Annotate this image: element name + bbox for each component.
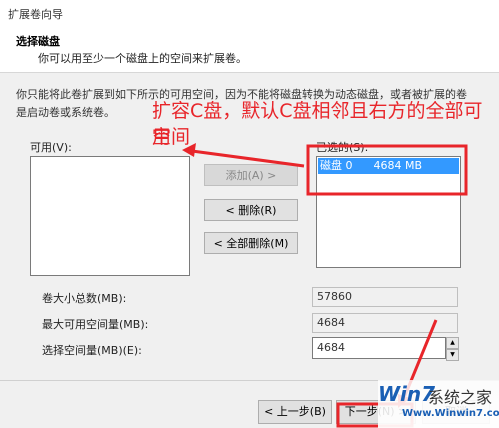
highlight-box-selected <box>306 144 468 196</box>
watermark: Win7 系统之家 Www.Winwin7.com <box>378 380 499 428</box>
watermark-url: Www.Winwin7.com <box>402 408 499 419</box>
watermark-site: 系统之家 <box>428 388 493 407</box>
annotation-text-1: 扩容C盘，默认C盘相邻且右方的全部可用 <box>152 100 483 148</box>
annotation-text-2: 空间 <box>152 126 191 148</box>
annotation-arrow-line <box>191 149 305 168</box>
annotation-overlay <box>182 143 468 428</box>
watermark-logo: Win7 <box>378 382 436 406</box>
